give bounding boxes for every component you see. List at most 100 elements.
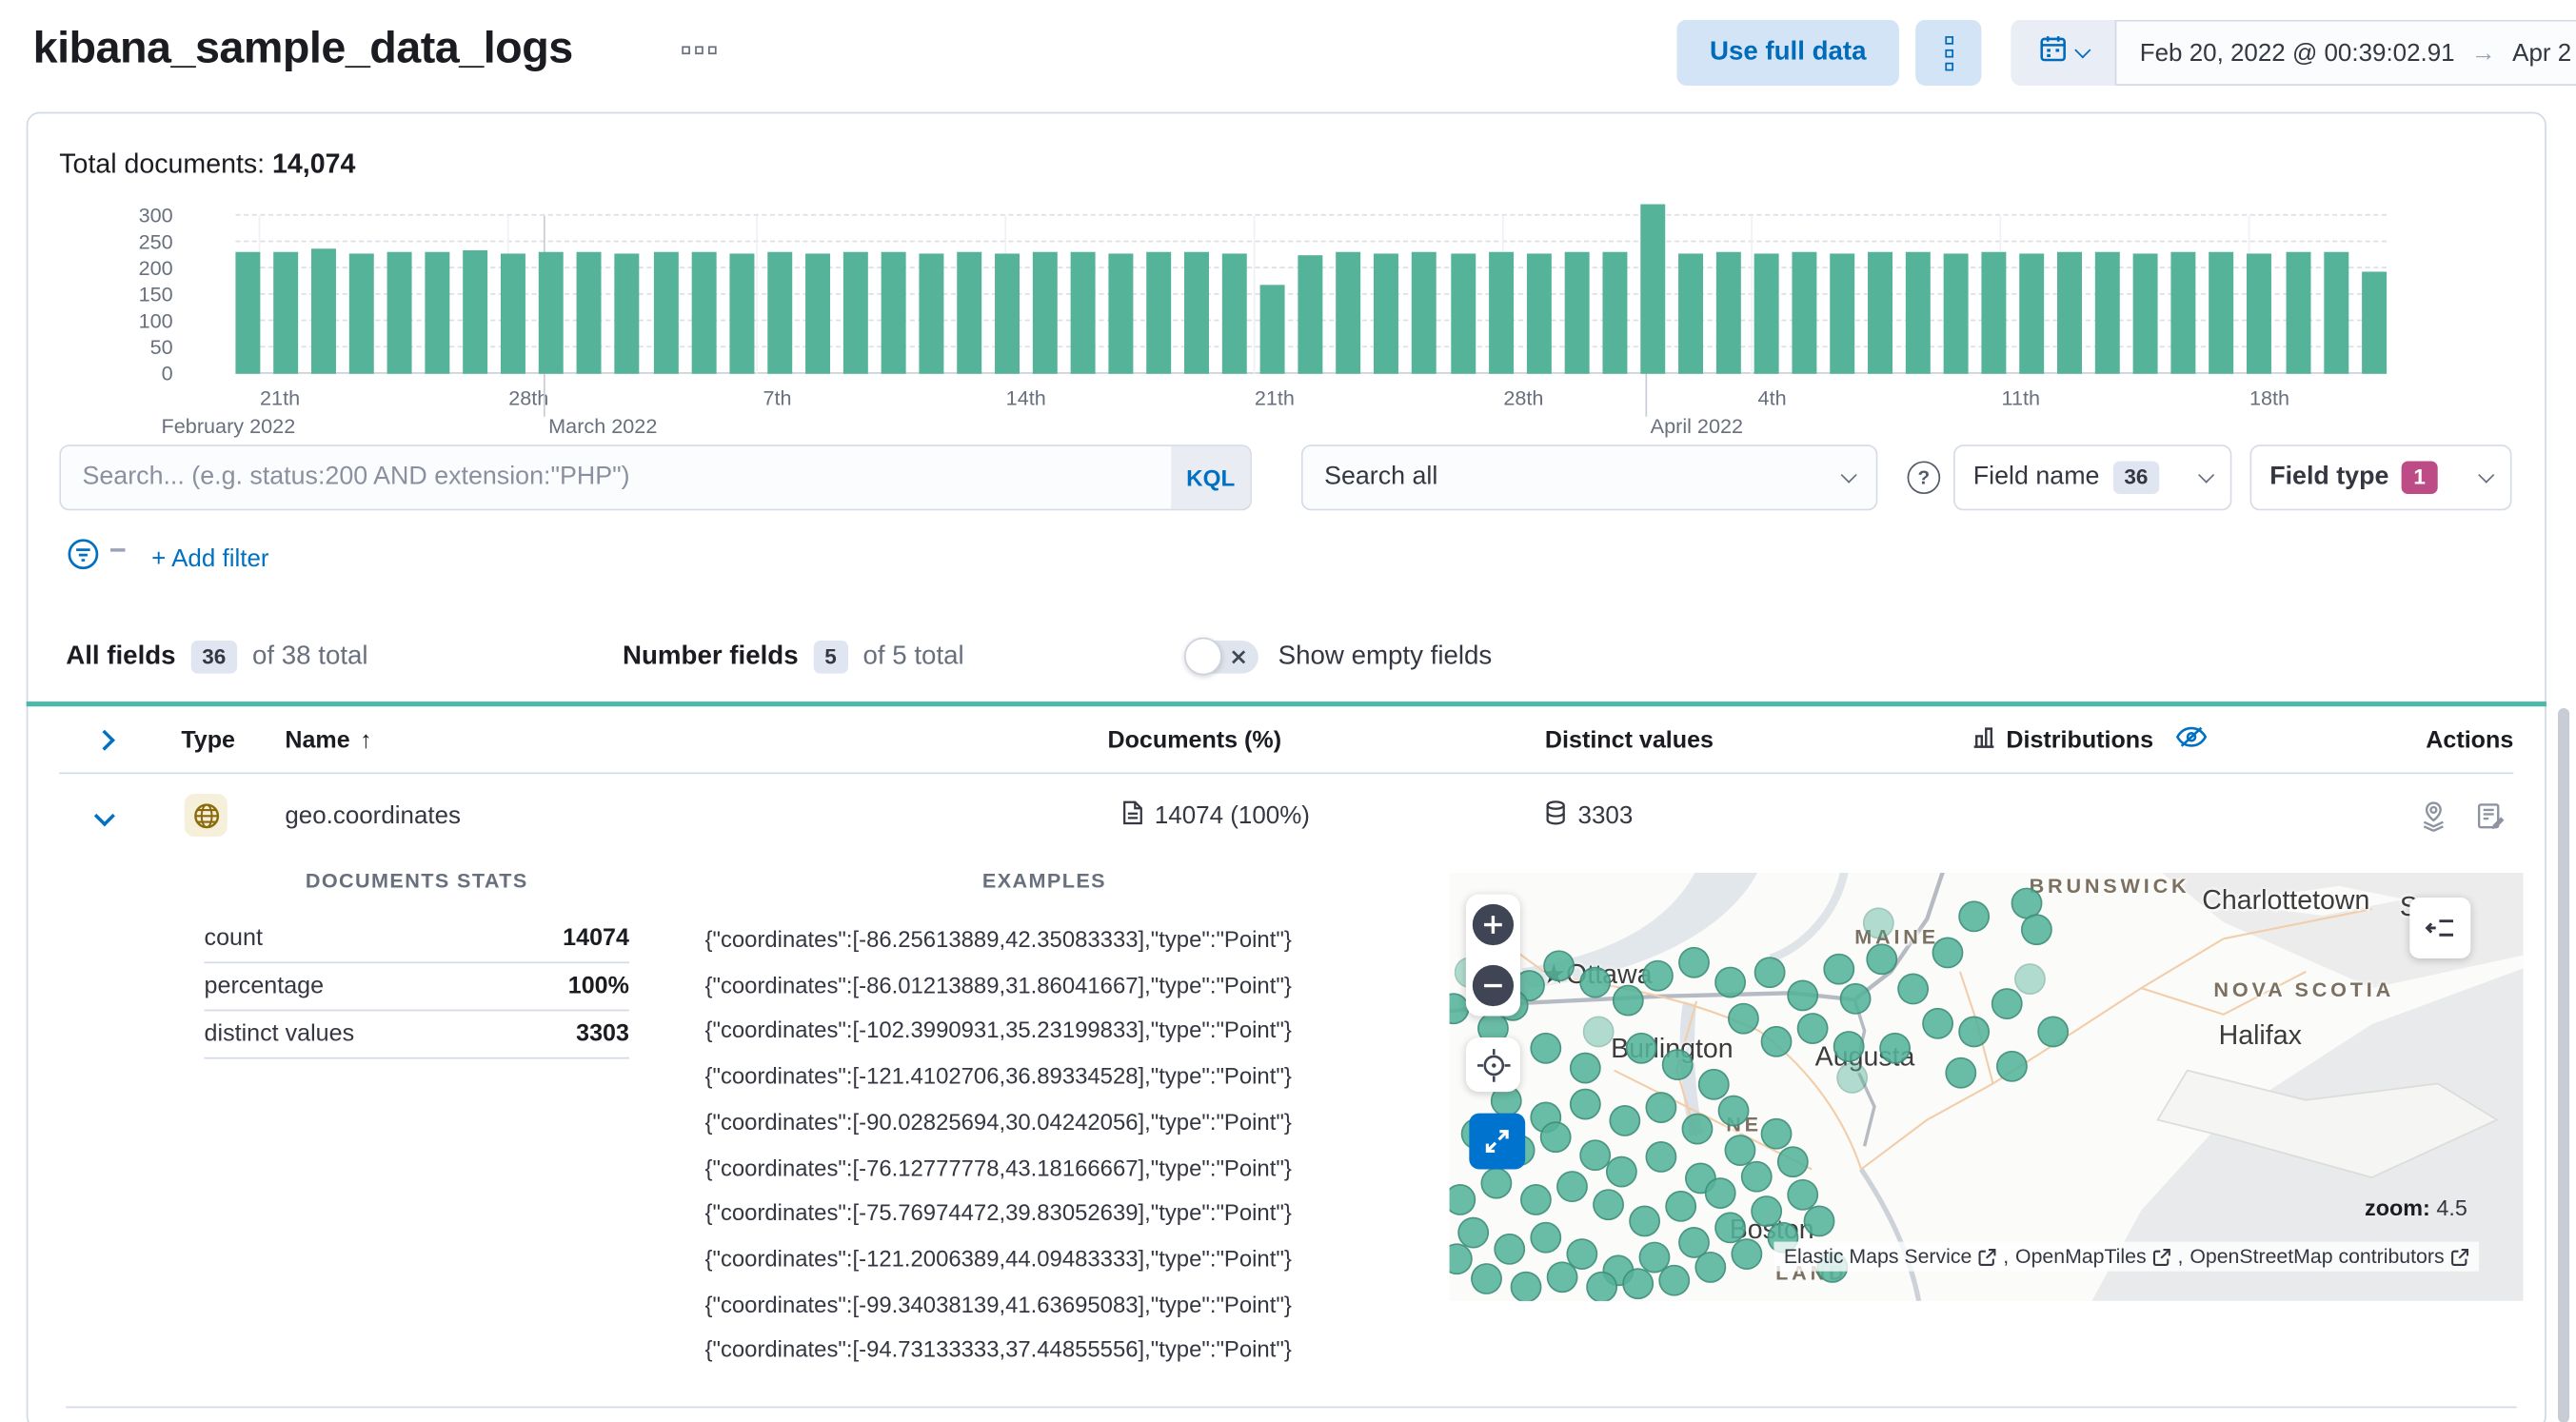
histogram-bar xyxy=(1298,255,1323,374)
histogram-bar xyxy=(501,252,526,374)
field-name-cell[interactable]: geo.coordinates xyxy=(285,774,461,857)
kebab-menu-button[interactable] xyxy=(1915,19,1982,86)
explore-in-maps-icon[interactable] xyxy=(2418,800,2449,832)
column-header-distinct-values[interactable]: Distinct values xyxy=(1545,706,1714,774)
map-marker xyxy=(1995,1050,2028,1081)
example-value: {"coordinates":[-90.02825694,30.04242056… xyxy=(704,1109,1292,1135)
expand-all-button[interactable] xyxy=(93,706,115,774)
histogram-bar xyxy=(2285,251,2310,374)
kql-button[interactable]: KQL xyxy=(1171,445,1251,509)
map-marker xyxy=(1730,1237,1762,1270)
zoom-in-button[interactable] xyxy=(1472,903,1515,946)
histogram-bar xyxy=(1830,252,1855,374)
date-end[interactable]: Apr 2 xyxy=(2512,39,2571,67)
edit-field-icon[interactable] xyxy=(2475,800,2507,832)
add-filter-link[interactable]: + Add filter xyxy=(151,544,268,572)
map-marker xyxy=(1714,965,1746,997)
search-scope-select[interactable]: Search all xyxy=(1300,444,1878,511)
map-marker xyxy=(1556,1170,1588,1202)
documents-cell: 14074 (100%) xyxy=(1121,774,1310,857)
x-axis-day-label: 18th xyxy=(2249,386,2290,410)
index-options-icon[interactable] xyxy=(682,46,717,55)
x-axis-day-label: 4th xyxy=(1757,386,1787,410)
map-marker xyxy=(1449,1183,1476,1215)
documents-value: 14074 (100%) xyxy=(1154,800,1310,830)
all-fields-summary: All fields 36 of 38 total xyxy=(66,641,368,674)
date-range[interactable]: Feb 20, 2022 @ 00:39:02.91 → Apr 2 xyxy=(2117,20,2576,86)
map-marker xyxy=(1538,1120,1571,1153)
histogram-bar xyxy=(349,253,374,374)
map-marker xyxy=(2013,962,2046,995)
histogram-bar xyxy=(2361,271,2387,374)
examples-list: {"coordinates":[-86.25613889,42.35083333… xyxy=(705,918,1384,1373)
map-marker xyxy=(1677,945,1710,978)
expanded-row-details: DOCUMENTS STATS count 14074 percentage 100%… xyxy=(59,857,2524,1407)
use-full-data-button[interactable]: Use full data xyxy=(1676,19,1900,86)
column-header-distributions[interactable]: Distributions xyxy=(1972,706,2208,774)
stats-value: 3303 xyxy=(576,1020,629,1048)
map-marker xyxy=(1753,956,1785,988)
column-header-documents[interactable]: Documents (%) xyxy=(1107,706,1281,774)
x-axis-day-label: 21th xyxy=(1254,386,1295,410)
map-marker xyxy=(1608,1104,1640,1136)
column-header-name[interactable]: Name ↑ xyxy=(285,706,371,774)
zoom-out-button[interactable] xyxy=(1472,964,1515,1007)
field-type-label: Field type xyxy=(2269,463,2389,491)
expand-map-button[interactable] xyxy=(1469,1113,1526,1170)
date-start[interactable]: Feb 20, 2022 @ 00:39:02.91 xyxy=(2140,39,2455,67)
sort-ascending-icon: ↑ xyxy=(360,726,372,754)
search-input[interactable] xyxy=(59,444,1252,511)
x-axis-month-label: February 2022 xyxy=(161,415,296,439)
toggle-knob xyxy=(1184,637,1222,676)
attribution-link[interactable]: OpenStreetMap contributors xyxy=(2190,1245,2444,1268)
histogram-bar xyxy=(1943,253,1969,374)
histogram-bar xyxy=(690,252,716,374)
attribution-link[interactable]: Elastic Maps Service xyxy=(1784,1245,1972,1268)
histogram-bar xyxy=(1450,253,1476,374)
field-type-filter[interactable]: Field type 1 xyxy=(2249,444,2512,511)
histogram-bar xyxy=(425,252,450,374)
x-axis-day-label: 21th xyxy=(260,386,301,410)
field-name-filter[interactable]: Field name 36 xyxy=(1953,444,2232,511)
histogram-bar xyxy=(386,251,412,374)
map-marker xyxy=(2020,913,2051,945)
map-marker xyxy=(1776,1145,1808,1177)
show-empty-fields-toggle[interactable] xyxy=(1184,637,1258,676)
vertical-scrollbar[interactable] xyxy=(2558,707,2570,1422)
column-header-type[interactable]: Type xyxy=(181,706,235,774)
map-marker xyxy=(1759,1116,1792,1149)
histogram-bar xyxy=(1526,252,1552,374)
date-quick-select[interactable] xyxy=(2011,19,2117,86)
attribution-link[interactable]: OpenMapTiles xyxy=(2015,1245,2147,1268)
map-marker xyxy=(1519,1183,1551,1215)
map-marker xyxy=(1838,982,1871,1014)
stats-row: count 14074 xyxy=(204,916,629,964)
x-axis-day-label: 14th xyxy=(1005,386,1046,410)
documents-stats-title: DOCUMENTS STATS xyxy=(305,869,528,893)
filter-icon[interactable] xyxy=(66,537,100,580)
histogram-bar xyxy=(1981,252,2007,374)
search-scope-value: Search all xyxy=(1324,463,1438,491)
histogram-bar xyxy=(1564,252,1590,374)
histogram-bar xyxy=(463,250,488,374)
geo-map[interactable]: ★OttawaBurlingtonAugustaMAINEBRUNSWICKCh… xyxy=(1449,873,2524,1301)
chevron-down-icon xyxy=(2073,41,2091,58)
map-zoom-controls xyxy=(1465,894,1520,1017)
histogram-bar xyxy=(728,253,754,374)
map-marker xyxy=(1727,1001,1758,1034)
show-empty-fields-group: Show empty fields xyxy=(1184,637,1492,676)
help-icon[interactable]: ? xyxy=(1907,461,1941,495)
example-value: {"coordinates":[-99.34038139,41.63695083… xyxy=(704,1292,1292,1317)
locate-button[interactable] xyxy=(1465,1037,1520,1093)
map-marker xyxy=(1628,1204,1660,1236)
map-marker xyxy=(1957,899,1990,932)
eye-slash-icon[interactable] xyxy=(2176,724,2208,756)
row-collapse-button[interactable] xyxy=(93,774,115,857)
histogram-bar xyxy=(1108,252,1134,374)
collapse-legend-button[interactable] xyxy=(2409,897,2471,958)
histogram-bar xyxy=(804,252,830,374)
date-picker[interactable]: Feb 20, 2022 @ 00:39:02.91 → Apr 2 xyxy=(2011,19,2576,86)
map-marker xyxy=(1944,1056,1976,1088)
filter-dash-icon xyxy=(109,547,126,553)
y-axis-label: 200 xyxy=(138,256,173,281)
